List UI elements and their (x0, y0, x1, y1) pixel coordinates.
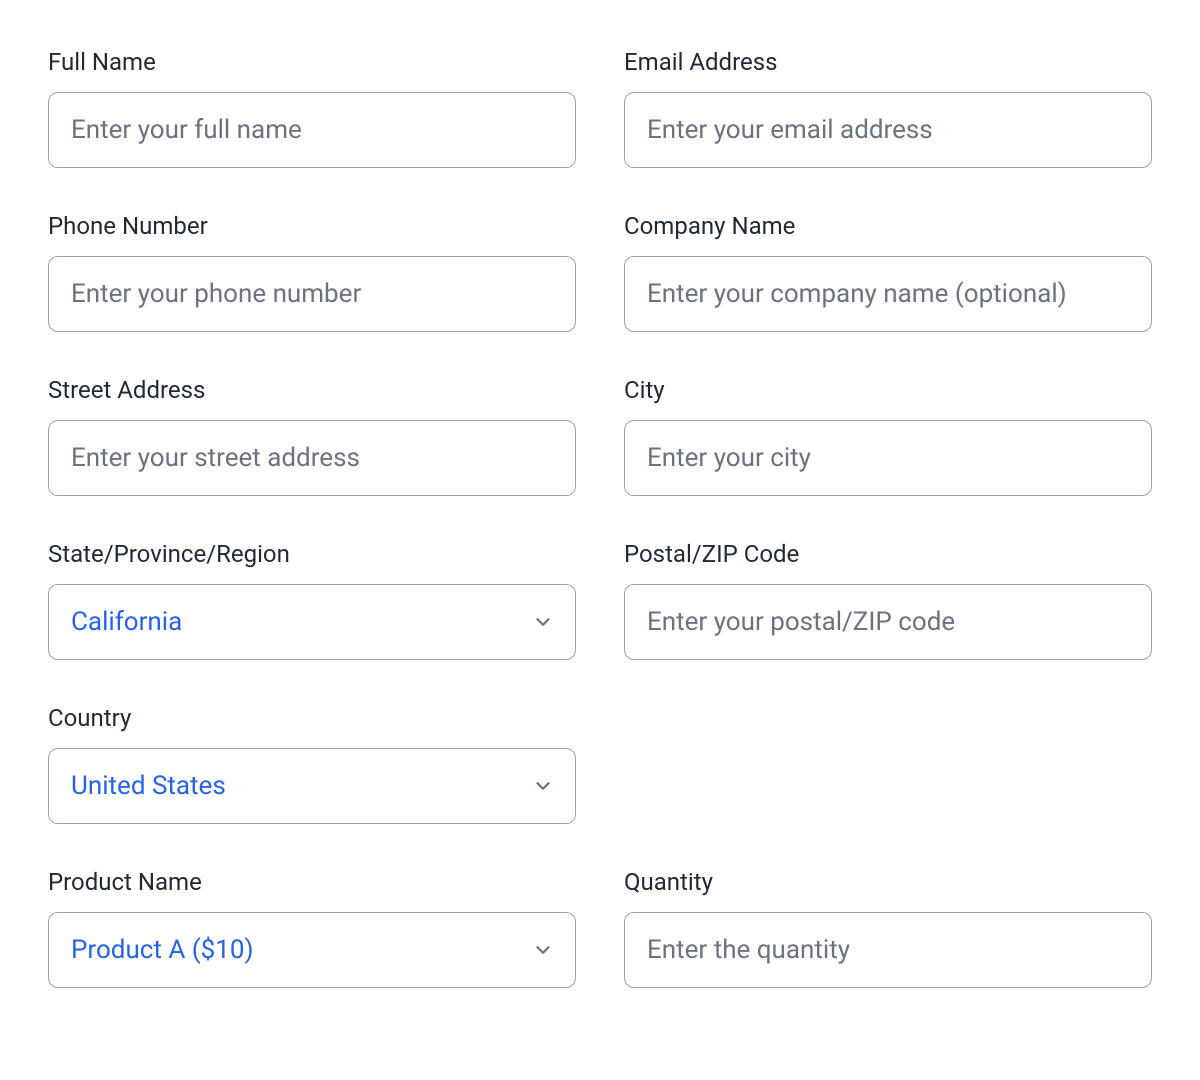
full-name-field: Full Name (48, 48, 576, 168)
company-input[interactable] (624, 256, 1152, 332)
country-select-wrapper: United States (48, 748, 576, 824)
state-select-wrapper: California (48, 584, 576, 660)
country-field: Country United States (48, 704, 576, 824)
product-select[interactable]: Product A ($10) (48, 912, 576, 988)
product-select-wrapper: Product A ($10) (48, 912, 576, 988)
postal-field: Postal/ZIP Code (624, 540, 1152, 660)
quantity-label: Quantity (624, 868, 1152, 896)
email-label: Email Address (624, 48, 1152, 76)
product-label: Product Name (48, 868, 576, 896)
email-input[interactable] (624, 92, 1152, 168)
phone-field: Phone Number (48, 212, 576, 332)
state-label: State/Province/Region (48, 540, 576, 568)
phone-input[interactable] (48, 256, 576, 332)
street-input[interactable] (48, 420, 576, 496)
company-label: Company Name (624, 212, 1152, 240)
phone-label: Phone Number (48, 212, 576, 240)
state-field: State/Province/Region California (48, 540, 576, 660)
postal-input[interactable] (624, 584, 1152, 660)
full-name-label: Full Name (48, 48, 576, 76)
state-select[interactable]: California (48, 584, 576, 660)
street-label: Street Address (48, 376, 576, 404)
quantity-field: Quantity (624, 868, 1152, 988)
quantity-input[interactable] (624, 912, 1152, 988)
postal-label: Postal/ZIP Code (624, 540, 1152, 568)
empty-cell (624, 704, 1152, 824)
form-grid: Full Name Email Address Phone Number Com… (48, 48, 1152, 988)
street-field: Street Address (48, 376, 576, 496)
country-select[interactable]: United States (48, 748, 576, 824)
company-field: Company Name (624, 212, 1152, 332)
email-field: Email Address (624, 48, 1152, 168)
product-field: Product Name Product A ($10) (48, 868, 576, 988)
country-label: Country (48, 704, 576, 732)
city-field: City (624, 376, 1152, 496)
city-label: City (624, 376, 1152, 404)
city-input[interactable] (624, 420, 1152, 496)
full-name-input[interactable] (48, 92, 576, 168)
